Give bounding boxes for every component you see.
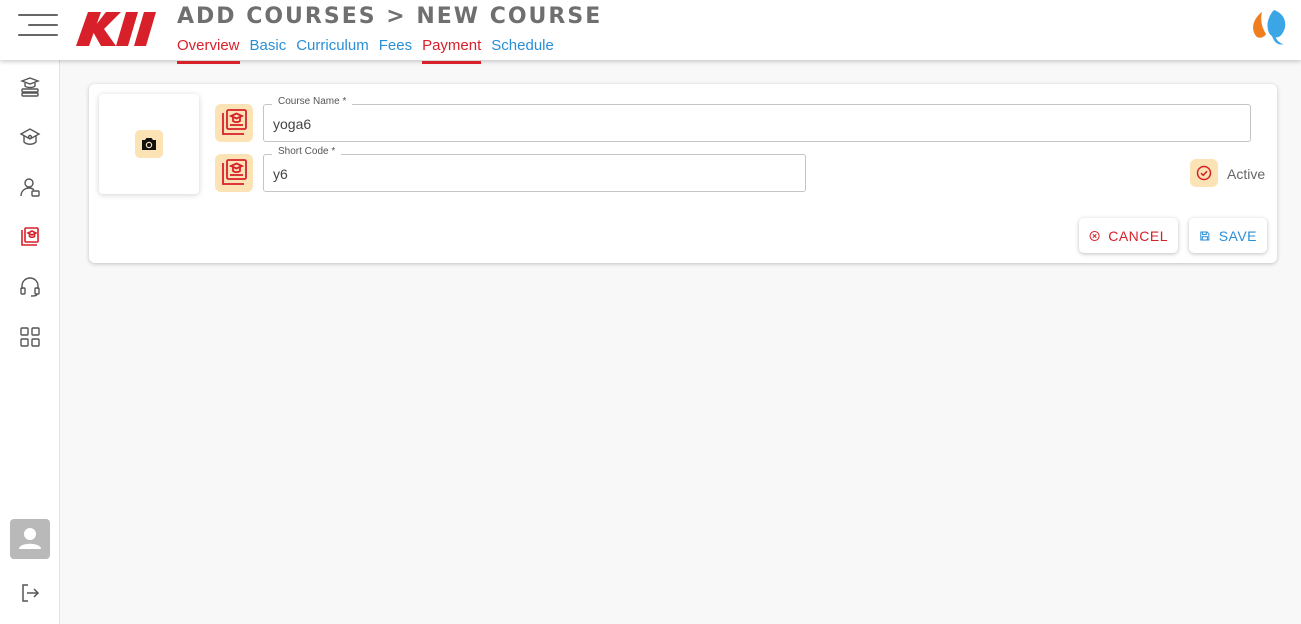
course-book-icon (222, 109, 247, 135)
active-toggle[interactable] (1190, 159, 1218, 187)
short-code-field[interactable]: Short Code * y6 (263, 146, 806, 192)
avatar-icon (19, 528, 41, 549)
tab-payment[interactable]: Payment (422, 36, 482, 64)
save-button[interactable]: SAVE (1189, 218, 1267, 253)
cancel-button[interactable]: CANCEL (1079, 218, 1178, 253)
tab-overview[interactable]: Overview (177, 36, 240, 64)
short-code-value: y6 (273, 166, 288, 182)
tab-basic[interactable]: Basic (250, 36, 287, 64)
short-code-label: Short Code * (272, 146, 342, 157)
save-icon (1200, 230, 1210, 241)
course-image-upload[interactable] (99, 94, 199, 194)
tab-bar: Overview Basic Curriculum Fees Payment S… (177, 36, 554, 64)
camera-badge (135, 130, 163, 158)
course-name-field[interactable]: Course Name * yoga6 (263, 96, 1251, 142)
user-profile-icon[interactable] (18, 175, 42, 199)
brand-logo (1253, 10, 1286, 45)
logout-icon[interactable] (18, 581, 42, 605)
kii-logo (76, 12, 156, 46)
apps-grid-icon[interactable] (18, 325, 42, 349)
cancel-button-label: CANCEL (1108, 227, 1168, 244)
headset-icon[interactable] (18, 275, 42, 299)
camera-icon (142, 138, 156, 150)
sidebar (0, 60, 60, 624)
active-label: Active (1227, 166, 1266, 182)
tab-curriculum[interactable]: Curriculum (296, 36, 369, 64)
books-icon[interactable] (18, 75, 42, 99)
save-button-label: SAVE (1218, 227, 1257, 244)
course-name-value: yoga6 (273, 116, 312, 132)
menu-icon[interactable] (14, 12, 62, 40)
course-name-label: Course Name * (272, 96, 353, 107)
tab-fees[interactable]: Fees (379, 36, 412, 64)
school-icon[interactable] (18, 125, 42, 149)
course-name-icon-badge (215, 104, 253, 142)
tab-schedule[interactable]: Schedule (491, 36, 554, 64)
courses-icon[interactable] (18, 225, 42, 249)
avatar[interactable] (10, 519, 50, 559)
course-form-card: Course Name * yoga6 Short Code * y6 Acti… (89, 84, 1277, 263)
top-bar: ADD COURSES > NEW COURSE Overview Basic … (0, 0, 1301, 64)
check-circle-icon (1196, 165, 1212, 181)
page-title: ADD COURSES > NEW COURSE (177, 4, 603, 29)
cancel-icon (1089, 230, 1100, 241)
course-book-icon (222, 159, 247, 185)
short-code-icon-badge (215, 154, 253, 192)
